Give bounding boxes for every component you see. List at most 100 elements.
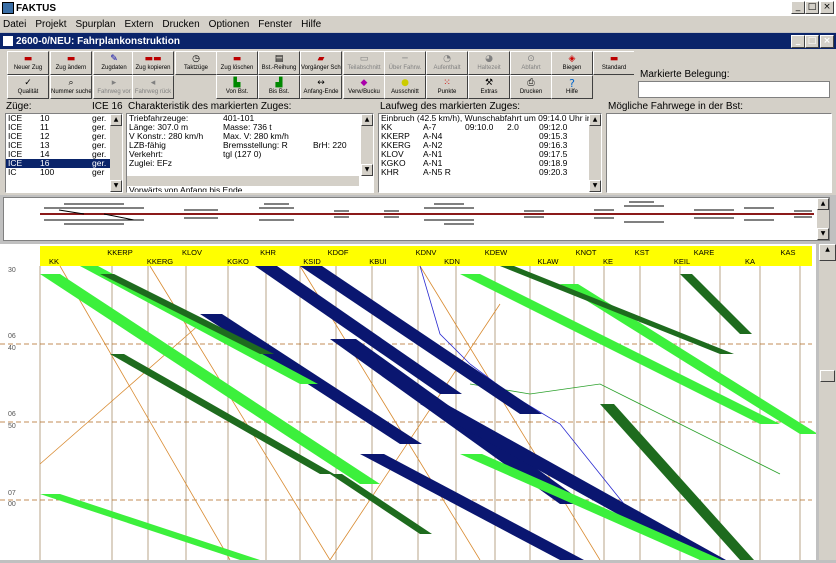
verw-button[interactable]: ◆ Verw/Bucku <box>343 75 385 99</box>
route-row[interactable]: KGKO A-N1 09:18.9 <box>379 159 601 168</box>
route-forward-button[interactable]: ▸ Fahrweg vor <box>93 75 135 99</box>
characteristics-box: Triebfahrzeuge: 401-101 Länge: 307.0 m Mas… <box>126 113 374 193</box>
station-label-bottom: KE <box>603 257 613 266</box>
station-order-button[interactable]: ▤ Bst.-Reihung <box>258 51 300 75</box>
track-overview[interactable]: ▲ ▼ <box>3 197 830 241</box>
doc-close-button[interactable]: × <box>820 35 834 48</box>
points-button[interactable]: ⁙ Punkte <box>426 75 468 99</box>
departure-button[interactable]: ⊙ Abfahrt <box>510 51 552 75</box>
section-icon: ▭ <box>359 53 369 64</box>
start-end-button[interactable]: ↔ Anfang-Ende <box>300 75 342 99</box>
cycle-trains-button[interactable]: ◷ Taktzüge <box>175 51 217 75</box>
close-button[interactable]: × <box>820 1 834 14</box>
station-label-top: KAS <box>780 248 795 257</box>
station-order-icon: ▤ <box>274 53 284 64</box>
marked-occupation-label: Markierte Belegung: <box>640 69 730 80</box>
extras-icon: ⚒ <box>484 77 494 88</box>
route-label: Laufweg des markierten Zuges: <box>380 101 521 112</box>
station-label-bottom: KSID <box>303 257 321 266</box>
time-label: 00 <box>8 501 16 508</box>
over-route-button[interactable]: ─ Über Fahrw. <box>384 51 426 75</box>
quality-button[interactable]: ✓ Qualität <box>7 75 49 99</box>
route-row[interactable]: KKERG A-N2 09:16.3 <box>379 141 601 150</box>
from-station-button[interactable]: ▙ Von Bst. <box>216 75 258 99</box>
diagram-scroll-thumb[interactable] <box>820 370 835 382</box>
route-back-button[interactable]: ◂ Fahrweg rück <box>132 75 174 99</box>
route-row[interactable]: KHR A-N5 R 09:20.3 <box>379 168 601 177</box>
print-icon: ⎙ <box>527 77 535 88</box>
standard-icon: ▬ <box>609 53 619 64</box>
route-scrollbar[interactable]: ▲ ▼ <box>589 114 601 192</box>
train-row-selected[interactable]: ICE 16 ger. <box>6 159 122 168</box>
verw-icon: ◆ <box>360 77 368 88</box>
train-row[interactable]: IC 100 ger <box>6 168 122 177</box>
minimize-button[interactable]: _ <box>791 1 805 14</box>
help-button[interactable]: ? Hilfe <box>551 75 593 99</box>
delete-train-button[interactable]: ▬ Zug löschen <box>216 51 258 75</box>
search-number-button[interactable]: ⌕ Nummer suchen <box>50 75 92 99</box>
quality-icon: ✓ <box>24 77 32 88</box>
time-label: 06 <box>8 411 16 418</box>
menu-hilfe[interactable]: Hilfe <box>301 19 321 30</box>
marked-occupation-field[interactable] <box>638 81 830 98</box>
station-label-top: KHR <box>260 248 276 257</box>
bend-button[interactable]: ◈ Biegen <box>551 51 593 75</box>
route-row[interactable]: KLOV A-N1 09:17.5 <box>379 150 601 159</box>
train-data-button[interactable]: ✎ Zugdaten <box>93 51 135 75</box>
slow-train-path <box>59 265 231 561</box>
train-icon: ▬ <box>23 53 33 64</box>
edit-train-button[interactable]: ▬ Zug ändern <box>50 51 92 75</box>
station-label-top: KDOF <box>328 248 349 257</box>
diagram-scrollbar[interactable]: ▲ <box>819 244 836 560</box>
print-button[interactable]: ⎙ Drucken <box>510 75 552 99</box>
to-station-button[interactable]: ▟ Bis Bst. <box>258 75 300 99</box>
station-label-bottom: KLAW <box>538 257 560 266</box>
doc-minimize-button[interactable]: _ <box>791 35 805 48</box>
trains-scrollbar[interactable]: ▲ ▼ <box>110 114 122 192</box>
route-row[interactable]: KKERP A-N4 09:15.3 <box>379 132 601 141</box>
predecessor-icon: ▰ <box>317 53 325 64</box>
predecessor-button[interactable]: ▰Vorgänger Schiebeteil <box>300 51 342 75</box>
menu-drucken[interactable]: Drucken <box>162 19 199 30</box>
points-icon: ⁙ <box>443 77 451 88</box>
trains-list[interactable]: ICE 10 ger. ICE 11 ger. ICE 12 ger. ICE 13 ger. … <box>5 113 123 193</box>
menu-bar: Datei Projekt Spurplan Extern Drucken Op… <box>0 16 836 32</box>
route-list[interactable]: Einbruch (42.5 km/h), Wunschabfahrt um 0… <box>378 113 602 193</box>
stay-button[interactable]: ◔ Aufenthalt <box>426 51 468 75</box>
station-label-bottom: KDN <box>444 257 460 266</box>
doc-maximize-button[interactable]: □ <box>805 35 819 48</box>
route-row[interactable]: KK A-7 09:10.0 2.0 09:12.0 <box>379 123 601 132</box>
extras-button[interactable]: ⚒ Extras <box>468 75 510 99</box>
menu-optionen[interactable]: Optionen <box>209 19 250 30</box>
menu-datei[interactable]: Datei <box>3 19 26 30</box>
marked-occupation-panel: Markierte Belegung: <box>634 50 834 98</box>
time-label: 30 <box>8 267 16 274</box>
timetable-diagram[interactable]: KKERP KLOV KHR KDOF KDNV KDEW KNOT KST KARE KAS KK… <box>0 244 818 561</box>
app-icon <box>2 2 14 14</box>
document-title-bar: 2600-0/NEU: Fahrplankonstruktion _ □ × <box>0 33 836 49</box>
characteristics-scrollbar[interactable]: ▲ ▼ <box>361 114 373 176</box>
overview-scrollbar[interactable]: ▲ ▼ <box>817 198 829 240</box>
section-button[interactable]: ▭ Teilabschnitt <box>343 51 385 75</box>
train-band-regional <box>100 274 274 354</box>
station-label-top: KST <box>635 248 650 257</box>
app-title-bar: FAKTUS _ □ × <box>0 0 836 16</box>
cutout-icon: ● <box>401 77 409 88</box>
menu-fenster[interactable]: Fenster <box>258 19 292 30</box>
station-label-top: KDEW <box>485 248 508 257</box>
copy-train-button[interactable]: ▬▬ Zug kopieren <box>132 51 174 75</box>
new-train-button[interactable]: ▬ Neuer Zug <box>7 51 49 75</box>
possible-paths-list[interactable] <box>606 113 832 193</box>
standard-button[interactable]: ▬ Standard <box>593 51 635 75</box>
dwell-time-button[interactable]: ◕ Haltezeit <box>468 51 510 75</box>
train-band-ic <box>560 284 818 434</box>
maximize-button[interactable]: □ <box>805 1 819 14</box>
back-icon: ◂ <box>150 77 156 88</box>
station-label-top: KDNV <box>416 248 437 257</box>
menu-projekt[interactable]: Projekt <box>35 19 66 30</box>
stay-icon: ◔ <box>443 53 451 64</box>
cutout-button[interactable]: ● Ausschnitt <box>384 75 426 99</box>
menu-spurplan[interactable]: Spurplan <box>75 19 115 30</box>
bend-icon: ◈ <box>568 53 576 64</box>
menu-extern[interactable]: Extern <box>125 19 154 30</box>
